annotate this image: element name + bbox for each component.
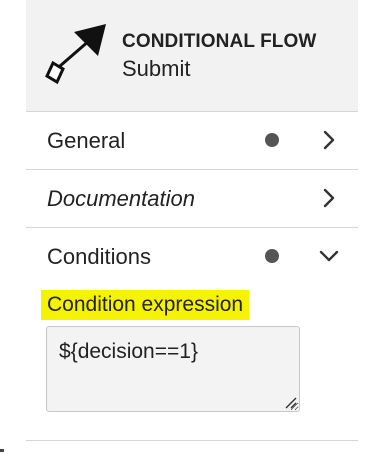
chevron-right-icon[interactable] bbox=[318, 187, 340, 209]
group-documentation[interactable]: Documentation bbox=[26, 170, 358, 228]
element-type-label: CONDITIONAL FLOW bbox=[122, 31, 317, 52]
edge-marker bbox=[0, 449, 4, 452]
entries-indicator-dot bbox=[265, 133, 279, 147]
properties-panel: CONDITIONAL FLOW Submit General Document… bbox=[26, 0, 358, 454]
condition-expression-label: Condition expression bbox=[41, 290, 250, 320]
resize-grip-icon[interactable] bbox=[282, 394, 298, 410]
chevron-right-icon[interactable] bbox=[318, 129, 340, 151]
group-conditions-label: Conditions bbox=[47, 244, 151, 269]
entries-indicator-dot bbox=[265, 249, 279, 263]
panel-header: CONDITIONAL FLOW Submit bbox=[26, 0, 358, 112]
group-general-label: General bbox=[47, 128, 126, 153]
group-conditions[interactable]: Conditions bbox=[26, 228, 358, 284]
condition-expression-input[interactable]: ${decision==1} bbox=[46, 326, 300, 412]
chevron-down-icon[interactable] bbox=[318, 245, 340, 267]
group-documentation-label: Documentation bbox=[47, 186, 195, 211]
group-general[interactable]: General bbox=[26, 112, 358, 170]
conditional-flow-icon bbox=[45, 24, 106, 85]
section-divider bbox=[26, 440, 358, 441]
element-name-label: Submit bbox=[122, 56, 191, 81]
